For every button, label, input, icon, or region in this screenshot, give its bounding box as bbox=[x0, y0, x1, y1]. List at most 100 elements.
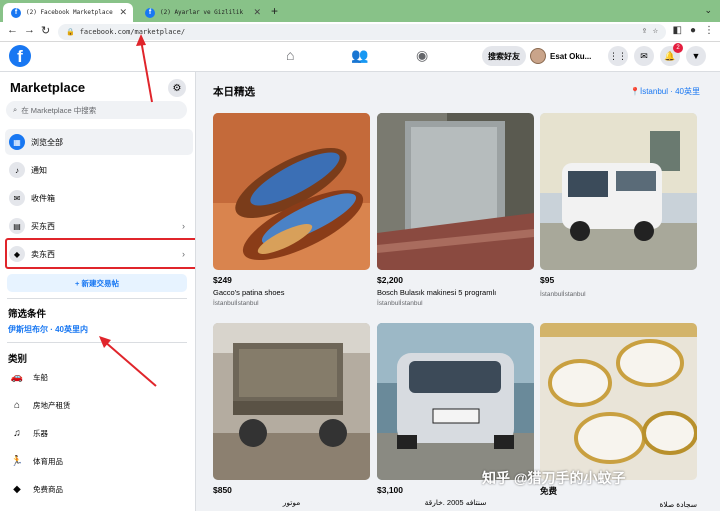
listing-title: Gacco's patina shoes bbox=[213, 288, 285, 297]
sidebar-item-inbox[interactable]: ✉ 收件箱 bbox=[5, 185, 193, 211]
browser-address-bar: ← → ↻ 🔒 facebook.com/marketplace/ ⇪ ☆ ◧ … bbox=[0, 22, 720, 42]
listing-image-suv[interactable] bbox=[377, 323, 534, 480]
facebook-favicon-icon: f bbox=[145, 7, 155, 18]
location-link[interactable]: 📍İstanbul · 40英里 bbox=[630, 86, 700, 97]
category-vehicles[interactable]: 🚗 车船 bbox=[5, 365, 193, 389]
sidebar-item-label: 买东西 bbox=[31, 221, 55, 231]
sidebar-item-notifications[interactable]: ♪ 通知 bbox=[5, 157, 193, 183]
listing-price: $249 bbox=[213, 275, 232, 285]
sidebar-item-label: 浏览全部 bbox=[31, 137, 63, 147]
find-friends-button[interactable]: 搜索好友 bbox=[482, 46, 526, 66]
listing-card[interactable]: $249 Gacco's patina shoes İstanbulİstanb… bbox=[213, 113, 370, 307]
url-text: facebook.com/marketplace/ bbox=[79, 28, 186, 36]
friends-icon[interactable]: 👥 bbox=[351, 47, 368, 64]
section-title: 本日精选 bbox=[213, 86, 255, 98]
sidebar-item-label: 收件箱 bbox=[31, 193, 55, 203]
forward-arrow-icon[interactable]: → bbox=[24, 24, 35, 36]
home-icon[interactable]: ⌂ bbox=[286, 47, 294, 63]
listing-price: $2,200 bbox=[377, 275, 403, 285]
grid-icon: ⋮⋮ bbox=[609, 50, 627, 61]
location-text: İstanbul · 40英里 bbox=[639, 87, 700, 96]
account-menu-button[interactable]: ▼ bbox=[686, 46, 706, 66]
listing-image-shoes[interactable] bbox=[213, 113, 370, 270]
tab-title: (2) Ayarlar ve Gizlilik | Fa bbox=[160, 9, 248, 16]
marketplace-feed: 本日精选 📍İstanbul · 40英里 $249 Gacco's patin… bbox=[197, 72, 720, 511]
facebook-logo-icon[interactable]: f bbox=[9, 45, 31, 67]
menu-dots-icon[interactable]: ⋮ bbox=[704, 25, 714, 36]
groups-icon[interactable]: ◉ bbox=[416, 47, 428, 64]
inbox-icon: ✉ bbox=[9, 190, 25, 206]
divider bbox=[7, 298, 187, 299]
sidebar-item-buy[interactable]: ▤ 买东西 › bbox=[5, 213, 193, 239]
location-filter-link[interactable]: 伊斯坦布尔 · 40英里内 bbox=[8, 324, 88, 335]
sidebar-item-browse-all[interactable]: ▦ 浏览全部 bbox=[5, 129, 193, 155]
listing-image-van[interactable] bbox=[540, 113, 697, 270]
browser-tab-inactive[interactable]: f (2) Ayarlar ve Gizlilik | Fa ✕ bbox=[137, 3, 267, 22]
category-label: 房地产租赁 bbox=[33, 400, 71, 410]
listing-title: سنتافه 2005 .خارقة bbox=[424, 498, 487, 507]
listing-price: $95 bbox=[540, 275, 555, 285]
share-and-star-icons[interactable]: ⇪ ☆ bbox=[642, 26, 658, 36]
gear-icon: ⚙ bbox=[172, 82, 182, 94]
avatar bbox=[530, 48, 546, 64]
back-arrow-icon[interactable]: ← bbox=[7, 24, 18, 36]
prayer-rugs-photo bbox=[540, 323, 697, 480]
sidebar-item-label: 通知 bbox=[31, 165, 47, 175]
chevron-right-icon: › bbox=[182, 221, 185, 231]
store-icon: ▦ bbox=[9, 134, 25, 150]
close-tab-icon[interactable]: ✕ bbox=[119, 7, 127, 18]
menu-grid-button[interactable]: ⋮⋮ bbox=[608, 46, 628, 66]
shopping-bag-icon: ▤ bbox=[9, 218, 25, 234]
facebook-header: f ⌂ 👥 ◉ 搜索好友 Esat Oku... ⋮⋮ ✉ 🔔 2 ▼ bbox=[0, 42, 720, 72]
new-tab-icon[interactable]: + bbox=[271, 4, 278, 18]
notification-badge: 2 bbox=[673, 43, 683, 53]
dishwasher-photo bbox=[377, 113, 534, 270]
listing-location: İstanbulİstanbul bbox=[213, 300, 259, 307]
listing-title: Bosch Bulasık makinesi 5 programlı bbox=[377, 288, 497, 297]
notifications-button[interactable]: 🔔 2 bbox=[660, 43, 683, 66]
listing-image-prayer-rugs[interactable] bbox=[540, 323, 697, 480]
watermark: 知乎 @猎刀手的小蚊子 bbox=[482, 470, 626, 486]
guitar-icon: ♫ bbox=[13, 427, 21, 439]
category-label: 乐器 bbox=[33, 428, 48, 438]
url-input[interactable]: 🔒 facebook.com/marketplace/ ⇪ ☆ bbox=[58, 24, 666, 40]
suv-photo bbox=[377, 323, 534, 480]
reload-icon[interactable]: ↻ bbox=[41, 24, 50, 37]
category-sports[interactable]: 🏃 体育用品 bbox=[5, 449, 193, 473]
messenger-button[interactable]: ✉ bbox=[634, 46, 654, 66]
tab-list-chevron-icon[interactable]: ⌄ bbox=[704, 5, 712, 16]
new-listing-button[interactable]: + 新建交易帖 bbox=[7, 274, 187, 292]
pin-icon: 📍 bbox=[630, 87, 640, 96]
caret-down-icon: ▼ bbox=[691, 51, 701, 61]
listing-location: İstanbulİstanbul bbox=[540, 291, 586, 298]
listing-image-dishwasher[interactable] bbox=[377, 113, 534, 270]
marketplace-search-input[interactable]: ⌕ 在 Marketplace 中搜索 bbox=[6, 101, 187, 119]
listing-price: $850 bbox=[213, 485, 232, 495]
category-rentals[interactable]: ⌂ 房地产租赁 bbox=[5, 393, 193, 417]
sidebar-title: Marketplace bbox=[10, 80, 86, 95]
close-tab-icon[interactable]: ✕ bbox=[253, 7, 261, 18]
category-free[interactable]: ◆ 免费商品 bbox=[5, 477, 193, 501]
search-icon: ⌕ bbox=[13, 105, 18, 114]
category-instruments[interactable]: ♫ 乐器 bbox=[5, 421, 193, 445]
profile-icon[interactable]: ● bbox=[690, 25, 696, 36]
tab-title: (2) Facebook Marketplace | Fa bbox=[26, 9, 114, 16]
listing-card[interactable]: $95 İstanbulİstanbul bbox=[540, 113, 697, 298]
settings-button[interactable]: ⚙ bbox=[168, 79, 186, 97]
facebook-favicon-icon: f bbox=[11, 7, 21, 18]
shoes-photo bbox=[213, 113, 370, 270]
van-photo bbox=[540, 113, 697, 270]
sidepanel-icon[interactable]: ◧ bbox=[673, 25, 682, 36]
bell-icon: ♪ bbox=[9, 162, 25, 178]
divider bbox=[7, 342, 187, 343]
listing-card[interactable]: $850 موتور bbox=[213, 323, 370, 507]
runner-icon: 🏃 bbox=[10, 455, 24, 467]
user-profile-chip[interactable]: Esat Oku... bbox=[530, 46, 591, 66]
listing-card[interactable]: $2,200 Bosch Bulasık makinesi 5 programl… bbox=[377, 113, 534, 307]
user-name: Esat Oku... bbox=[550, 51, 592, 61]
browser-tab-bar: f (2) Facebook Marketplace | Fa ✕ f (2) … bbox=[0, 0, 720, 22]
category-label: 体育用品 bbox=[33, 456, 63, 466]
listing-image-trike[interactable] bbox=[213, 323, 370, 480]
tag-icon: ◆ bbox=[13, 483, 21, 495]
browser-tab-active[interactable]: f (2) Facebook Marketplace | Fa ✕ bbox=[3, 3, 133, 22]
